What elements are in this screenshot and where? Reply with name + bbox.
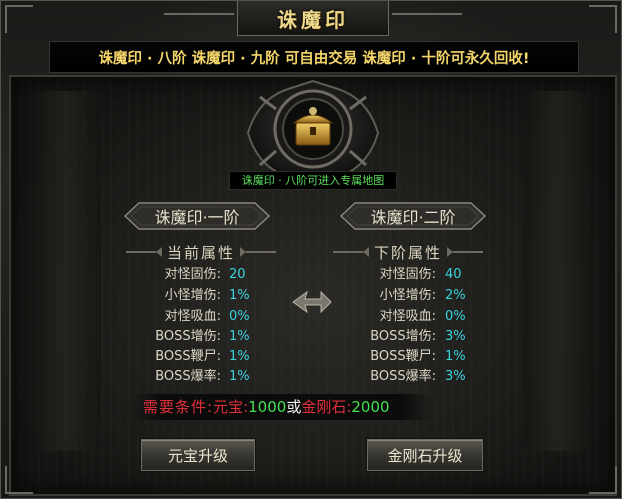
attr-label: 小怪增伤: (379, 288, 436, 303)
next-attrs-title: 下阶属性 (373, 243, 442, 262)
current-attrs-header: 当前属性 (126, 241, 276, 263)
attr-row: 对怪吸血: (131, 307, 221, 327)
attr-label: BOSS增伤: (155, 329, 221, 344)
attr-label: 对怪吸血: (379, 309, 436, 324)
attr-label: BOSS增伤: (370, 329, 436, 344)
attr-value: 0% (229, 309, 250, 324)
current-tier-label: 诛魔印·一阶 (154, 208, 240, 227)
attr-value: 1% (229, 288, 250, 303)
attr-value: 0% (445, 309, 466, 324)
next-tier-plate: 诛魔印·二阶 (339, 201, 487, 231)
attr-row: BOSS增伤: (344, 327, 436, 347)
corner-ornament (589, 5, 617, 33)
attr-value: 1% (229, 349, 250, 364)
attr-value: 20 (229, 267, 246, 282)
next-attrs-header: 下阶属性 (333, 241, 483, 263)
attr-row: BOSS鞭尸: (344, 347, 436, 367)
attr-row: 对怪固伤: (344, 265, 436, 285)
attr-label: 对怪固伤: (379, 267, 436, 282)
zhumoyin-panel: 诛魔印 诛魔印 · 八阶 诛魔印 · 九阶 可自由交易 诛魔印 · 十阶可永久回… (0, 0, 622, 499)
yuanbao-value: 1000 (248, 398, 287, 416)
jingang-value: 2000 (351, 398, 390, 416)
attr-label: BOSS鞭尸: (155, 349, 221, 364)
attr-value: 2% (445, 288, 466, 303)
attr-label: 小怪增伤: (164, 288, 221, 303)
attr-row: 小怪增伤: (131, 286, 221, 306)
attr-value: 1% (445, 349, 466, 364)
attr-label: BOSS爆率: (370, 369, 436, 384)
window-title: 诛魔印 (277, 7, 349, 32)
jingang-upgrade-button[interactable]: 金刚石升级 (367, 439, 483, 471)
right-pillar-decoration (523, 91, 593, 451)
announcement-bar: 诛魔印 · 八阶 诛魔印 · 九阶 可自由交易 诛魔印 · 十阶可永久回收! (49, 41, 579, 73)
left-pillar-decoration (31, 91, 101, 451)
attr-label: BOSS爆率: (155, 369, 221, 384)
attr-value: 3% (445, 329, 466, 344)
yuanbao-label: 元宝: (213, 398, 249, 416)
condition-label: 需要条件: (143, 398, 214, 416)
exclusive-map-hint: 诛魔印 · 八阶可进入专属地图 (229, 171, 397, 190)
current-attrs-title: 当前属性 (166, 243, 235, 262)
announcement-text: 诛魔印 · 八阶 诛魔印 · 九阶 可自由交易 诛魔印 · 十阶可永久回收! (98, 50, 530, 67)
attr-row: BOSS鞭尸: (131, 347, 221, 367)
corner-ornament (5, 466, 33, 494)
attr-value: 40 (445, 267, 462, 282)
current-tier-plate: 诛魔印·一阶 (123, 201, 271, 231)
corner-ornament (5, 5, 33, 33)
attr-value: 1% (229, 369, 250, 384)
attr-row: BOSS爆率: (344, 367, 436, 387)
attr-label: 对怪吸血: (164, 309, 221, 324)
attr-label: 对怪固伤: (164, 267, 221, 282)
attr-row: 对怪吸血: (344, 307, 436, 327)
or-text: 或 (286, 398, 302, 416)
attr-label: BOSS鞭尸: (370, 349, 436, 364)
attr-value: 1% (229, 329, 250, 344)
upgrade-condition: 需要条件:元宝:1000或金刚石:2000 (131, 394, 431, 420)
corner-ornament (589, 466, 617, 494)
attr-row: 小怪增伤: (344, 286, 436, 306)
attr-row: 对怪固伤: (131, 265, 221, 285)
yuanbao-upgrade-button[interactable]: 元宝升级 (141, 439, 255, 471)
attr-row: BOSS爆率: (131, 367, 221, 387)
jingang-label: 金刚石: (301, 398, 352, 416)
attr-value: 3% (445, 369, 466, 384)
title-plate: 诛魔印 (164, 1, 462, 36)
upgrade-arrow-icon (292, 290, 332, 314)
attr-row: BOSS增伤: (131, 327, 221, 347)
next-tier-label: 诛魔印·二阶 (370, 208, 456, 227)
